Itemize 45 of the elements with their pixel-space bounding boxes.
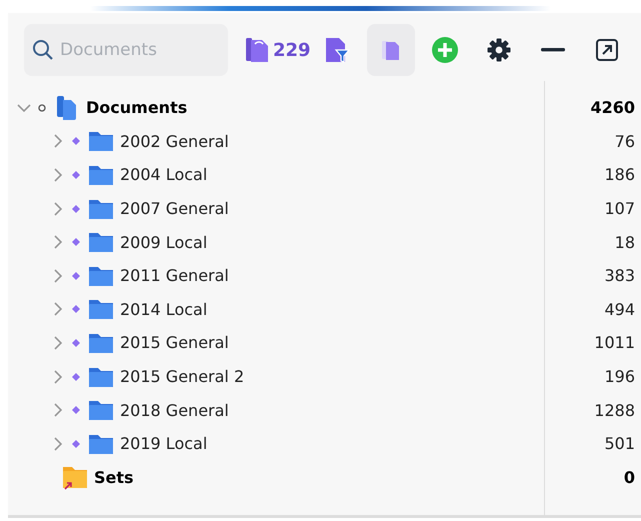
bullet-icon	[72, 170, 80, 179]
item-count: 383	[604, 266, 635, 286]
bullet-icon	[72, 238, 80, 246]
bullet-icon	[38, 104, 46, 112]
add-icon	[431, 36, 459, 64]
settings-icon	[486, 37, 512, 63]
tree-item-label[interactable]: 2019 Local	[120, 434, 208, 454]
item-count: 4260	[590, 98, 635, 118]
document-count-button[interactable]: 229	[248, 24, 307, 76]
tree-item-label[interactable]: Documents	[86, 98, 188, 118]
tree-item-label[interactable]: 2018 General	[120, 400, 229, 420]
bullet-icon	[72, 305, 80, 314]
tree-item-label[interactable]: 2007 General	[120, 199, 229, 218]
item-count: 18	[614, 232, 635, 252]
document-toggle-button[interactable]	[367, 24, 415, 76]
bullet-icon	[72, 272, 80, 280]
bullet-icon	[72, 372, 80, 381]
folder-link-icon	[62, 464, 88, 490]
document-filter-icon	[324, 36, 350, 64]
item-count: 0	[624, 468, 635, 487]
item-count: 107	[604, 199, 635, 218]
bullet-icon	[72, 406, 80, 414]
item-count: 1011	[594, 333, 635, 352]
tree-item-label[interactable]: 2011 General	[120, 266, 229, 286]
item-count: 76	[614, 132, 635, 151]
tree-item-label[interactable]: 2015 General	[120, 333, 229, 352]
documents-icon	[244, 36, 269, 64]
tree-item-label[interactable]: 2004 Local	[120, 165, 208, 184]
item-count: 1288	[594, 400, 635, 420]
item-count: 196	[604, 367, 635, 386]
bullet-icon	[72, 137, 80, 146]
tree-item-label[interactable]: 2015 General 2	[120, 367, 244, 386]
item-count: 494	[604, 300, 635, 319]
item-count: 501	[604, 434, 635, 454]
minimize-icon	[541, 48, 565, 52]
pop-out-icon	[595, 38, 619, 62]
tree-item-label[interactable]: 2002 General	[120, 132, 229, 151]
tree-item-label[interactable]: 2009 Local	[120, 232, 208, 252]
bullet-icon	[72, 440, 80, 448]
tree-item-label[interactable]: 2014 Local	[120, 300, 208, 319]
tree-item-label[interactable]: Sets	[94, 468, 134, 487]
bullet-icon	[72, 204, 80, 213]
item-count: 186	[604, 165, 635, 184]
search-field[interactable]: Documents	[24, 24, 228, 76]
bullet-icon	[72, 338, 80, 347]
